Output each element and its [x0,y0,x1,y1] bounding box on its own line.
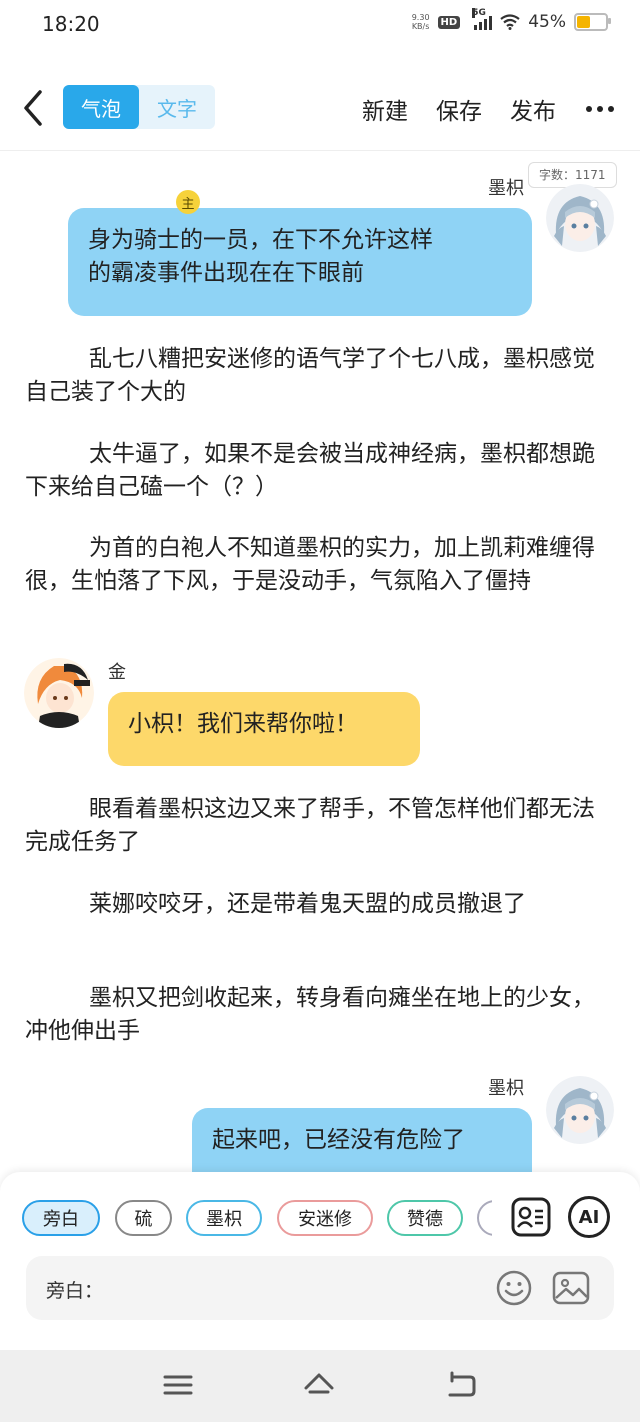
tab-text[interactable]: 文字 [139,85,215,129]
bubble-line: 起来吧，已经没有危险了 [212,1127,465,1153]
editor-panel: 旁白 硫 墨枳 安迷修 赞德 AI 旁白： [0,1172,640,1350]
home-icon[interactable] [302,1368,336,1402]
battery-icon [574,13,611,31]
signal-icon: 5G [472,8,493,30]
chat-bubble: 身为骑士的一员，在下不允许这样 的霸凌事件出现在在下眼前 [68,208,532,316]
mode-toggle: 气泡 文字 [63,85,215,129]
menu-icon[interactable] [161,1368,195,1402]
message-input[interactable] [136,1270,500,1308]
character-chip[interactable] [477,1200,492,1236]
narration-text[interactable]: 眼看着墨枳这边又来了帮手，不管怎样他们都无法完成任务了 [25,793,610,859]
narration-text[interactable]: 墨枳又把剑收起来，转身看向瘫坐在地上的少女，冲他伸出手 [25,982,610,1048]
bubble-line: 的霸凌事件出现在在下眼前 [88,260,364,286]
input-box: 旁白： [26,1256,614,1320]
system-nav-bar [0,1350,640,1422]
avatar[interactable] [24,658,94,728]
net-speed: 9.30 KB/s [412,13,430,31]
input-speaker-label: 旁白： [46,1280,104,1302]
status-bar: 18:20 9.30 KB/s HD 5G 45% [0,0,640,52]
chat-bubble: 小枳！我们来帮你啦！ [108,692,420,766]
character-selector: 旁白 硫 墨枳 安迷修 赞德 [22,1198,492,1240]
message-item[interactable]: 金 小枳！我们来帮你啦！ [0,650,640,770]
bubble-line: 身为骑士的一员，在下不允许这样 [88,227,433,253]
character-chip-narration[interactable]: 旁白 [22,1200,100,1236]
character-chip[interactable]: 安迷修 [277,1200,373,1236]
net-speed-value: 9.30 [411,13,430,22]
narration-text[interactable]: 莱娜咬咬牙，还是带着鬼天盟的成员撤退了 [25,888,610,921]
image-icon[interactable] [552,1270,590,1306]
net-speed-unit: KB/s [411,22,430,31]
avatar[interactable] [546,184,614,252]
back-arrow-icon[interactable] [20,88,46,128]
battery-percent: 45% [528,12,566,32]
ai-button[interactable]: AI [568,1196,610,1238]
narration-text[interactable]: 太牛逼了，如果不是会被当成神经病，墨枳都想跪下来给自己磕一个（？） [25,438,610,504]
message-item[interactable]: 墨枳 身为骑士的一员，在下不允许这样 的霸凌事件出现在在下眼前 [0,160,640,320]
character-chip[interactable]: 墨枳 [186,1200,262,1236]
more-menu-icon[interactable] [586,106,614,112]
emoji-icon[interactable] [496,1270,532,1306]
main-character-badge: 主 [176,190,200,214]
avatar[interactable] [546,1076,614,1144]
status-icons: 9.30 KB/s HD 5G 45% [412,8,611,32]
wifi-icon [500,14,520,30]
message-item[interactable]: 墨枳 起来吧，已经没有危险了 [0,1066,640,1172]
status-time: 18:20 [42,12,100,36]
publish-button[interactable]: 发布 [510,92,556,126]
narration-text[interactable]: 为首的白袍人不知道墨枳的实力，加上凯莉难缠得很，生怕落了下风，于是没动手，气氛陷… [25,532,610,598]
character-chip[interactable]: 硫 [115,1200,172,1236]
character-chip[interactable]: 赞德 [387,1200,463,1236]
speaker-name: 墨枳 [488,178,524,199]
speaker-name: 墨枳 [488,1078,524,1099]
chat-bubble: 起来吧，已经没有危险了 [192,1108,532,1172]
new-button[interactable]: 新建 [362,92,408,126]
character-card-icon[interactable] [510,1196,552,1238]
top-toolbar: 气泡 文字 新建 保存 发布 [0,72,640,151]
back-icon[interactable] [444,1368,478,1402]
bubble-line: 小枳！我们来帮你啦！ [128,711,358,737]
tab-bubble[interactable]: 气泡 [63,85,139,129]
narration-text[interactable]: 乱七八糟把安迷修的语气学了个七八成，墨枳感觉自己装了个大的 [25,343,610,409]
speaker-name: 金 [108,662,126,683]
network-type: 5G [472,8,486,18]
save-button[interactable]: 保存 [436,92,482,126]
hd-icon: HD [437,15,461,29]
